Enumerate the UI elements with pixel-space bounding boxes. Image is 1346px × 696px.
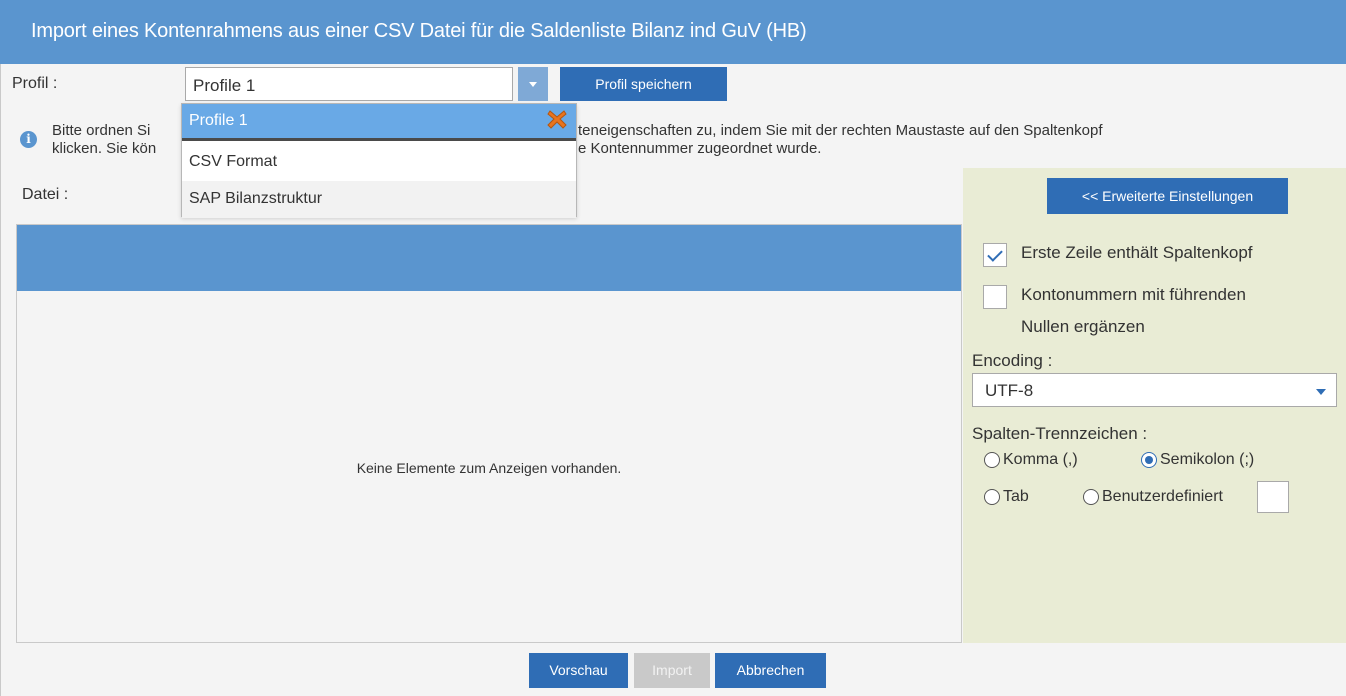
preview-button[interactable]: Vorschau (529, 653, 628, 688)
grid-empty-message: Keine Elemente zum Anzeigen vorhanden. (356, 460, 622, 476)
chevron-down-icon (529, 82, 537, 87)
file-label: Datei : (22, 186, 69, 203)
dialog-title-bar: Import eines Kontenrahmens aus einer CSV… (0, 0, 1346, 64)
profile-label: Profil : (12, 75, 58, 92)
profile-dropdown-list: Profile 1 CSV Format SAP Bilanzstruktur (181, 103, 577, 218)
leading-zeros-label-line1: Kontonummern mit führenden (1021, 285, 1246, 304)
info-text-line2-start: klicken. Sie kön (52, 140, 157, 157)
dialog-title: Import eines Kontenrahmens aus einer CSV… (31, 20, 807, 42)
encoding-label: Encoding : (972, 351, 1053, 370)
first-row-header-label: Erste Zeile enthält Spaltenkopf (1021, 243, 1253, 262)
profile-combobox-value: Profile 1 (193, 76, 256, 95)
separator-radio-semikolon[interactable] (1141, 452, 1157, 468)
separator-option-komma-label: Komma (,) (1003, 451, 1078, 468)
first-row-header-checkbox[interactable] (983, 243, 1007, 267)
profile-option-label: CSV Format (189, 153, 278, 170)
leading-zeros-label-line2: Nullen ergänzen (1021, 317, 1145, 336)
profile-option-profile-1[interactable]: Profile 1 (182, 104, 576, 141)
separator-radio-custom[interactable] (1083, 489, 1099, 505)
profile-option-label: Profile 1 (189, 112, 248, 129)
grid-header[interactable] (17, 225, 961, 291)
import-button[interactable]: Import (634, 653, 710, 688)
custom-separator-input[interactable] (1257, 481, 1289, 513)
delete-profile-icon[interactable] (546, 108, 568, 130)
separator-option-custom-label: Benutzerdefiniert (1102, 488, 1223, 505)
info-text-line1-end: teneigenschaften zu, indem Sie mit der r… (578, 122, 1103, 139)
radio-dot-icon (1145, 456, 1153, 464)
separator-option-semikolon-label: Semikolon (;) (1160, 451, 1255, 468)
separator-option-tab-label: Tab (1003, 488, 1029, 505)
advanced-settings-toggle-button[interactable]: << Erweiterte Einstellungen (1047, 178, 1288, 214)
save-profile-button[interactable]: Profil speichern (560, 67, 727, 101)
info-text-line2-end: e Kontennummer zugeordnet wurde. (578, 140, 822, 157)
separator-radio-tab[interactable] (984, 489, 1000, 505)
separator-label: Spalten-Trennzeichen : (972, 424, 1148, 443)
profile-option-label: SAP Bilanzstruktur (189, 190, 323, 207)
separator-radio-komma[interactable] (984, 452, 1000, 468)
profile-dropdown-button[interactable] (518, 67, 548, 101)
info-icon: i (20, 131, 37, 148)
encoding-select[interactable]: UTF-8 (972, 373, 1337, 407)
profile-combobox[interactable]: Profile 1 (185, 67, 513, 101)
encoding-select-value: UTF-8 (985, 381, 1034, 400)
leading-zeros-checkbox[interactable] (983, 285, 1007, 309)
profile-option-sap-bilanzstruktur[interactable]: SAP Bilanzstruktur (182, 181, 576, 218)
preview-grid: Keine Elemente zum Anzeigen vorhanden. (16, 224, 962, 643)
checkmark-icon (987, 246, 1003, 262)
chevron-down-icon (1316, 389, 1326, 395)
profile-option-csv-format[interactable]: CSV Format (182, 144, 576, 181)
info-text-line1-start: Bitte ordnen Si (52, 122, 151, 139)
cancel-button[interactable]: Abbrechen (715, 653, 826, 688)
